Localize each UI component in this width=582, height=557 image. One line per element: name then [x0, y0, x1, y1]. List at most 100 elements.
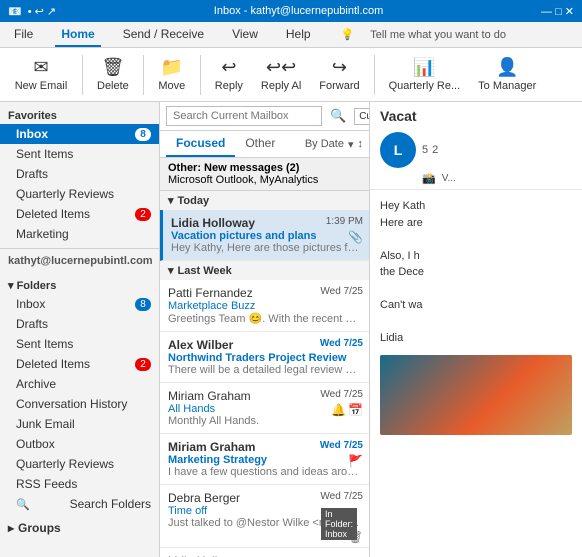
sidebar-item-deleted[interactable]: Deleted Items 2: [0, 204, 159, 224]
msg-icons-5: 🚩: [348, 454, 363, 468]
search-button[interactable]: 🔍: [326, 106, 350, 126]
sidebar-item-quarterly[interactable]: Quarterly Reviews: [0, 184, 159, 204]
title-bar-left: 📧 • ↩ ↗: [8, 5, 56, 18]
sidebar-folder-sent[interactable]: Sent Items: [0, 334, 159, 354]
msg-icons-4: 🔔 📅: [331, 403, 363, 417]
sidebar-folder-rss[interactable]: RSS Feeds: [0, 474, 159, 494]
to-manager-button[interactable]: 👤 To Manager: [470, 50, 544, 100]
reading-body2: Also, I h: [380, 248, 572, 265]
notification-title: Other: New messages (2): [168, 162, 361, 174]
section-header-today[interactable]: ▾ Today: [160, 191, 369, 210]
msg-subject-1: Vacation pictures and plans: [171, 230, 361, 242]
sidebar-folder-conversation[interactable]: Conversation History: [0, 394, 159, 414]
bell-icon: 🔔: [331, 403, 346, 417]
main-layout: Favorites Inbox 8 Sent Items Drafts Quar…: [0, 102, 582, 557]
reading-greeting: Hey Kath: [380, 198, 572, 215]
notification-subtitle: Microsoft Outlook, MyAnalytics: [168, 174, 361, 186]
message-item[interactable]: Alex Wilber Wed 7/25 Northwind Traders P…: [160, 332, 369, 383]
sidebar-folder-deleted[interactable]: Deleted Items 2: [0, 354, 159, 374]
reply-all-button[interactable]: ↩↩ Reply Al: [253, 50, 309, 100]
msg-sender-3: Alex Wilber: [168, 338, 233, 352]
reply-button[interactable]: ↩ Reply: [207, 50, 251, 100]
sidebar-folder-quarterly[interactable]: Quarterly Reviews: [0, 454, 159, 474]
msg-sender-6: Debra Berger: [168, 491, 240, 505]
title-bar-title: Inbox - kathyt@lucernepubintl.com: [214, 5, 384, 17]
ribbon-divider-3: [200, 55, 201, 95]
to-manager-label: To Manager: [478, 80, 536, 92]
msg-preview-5: I have a few questions and ideas around …: [168, 466, 361, 478]
message-item[interactable]: Lidia Holloway: [160, 548, 369, 557]
sort-dropdown-icon[interactable]: ▾: [348, 138, 354, 151]
sidebar-folder-junk[interactable]: Junk Email: [0, 414, 159, 434]
message-item[interactable]: Miriam Graham Wed 7/25 All Hands Monthly…: [160, 383, 369, 434]
msg-subject-2: Marketplace Buzz: [168, 300, 361, 312]
tab-help[interactable]: Help: [280, 23, 317, 47]
sidebar-item-drafts[interactable]: Drafts: [0, 164, 159, 184]
section-header-lastweek[interactable]: ▾ Last Week: [160, 261, 369, 280]
search-bar: 🔍 Current Mailbox ▾: [160, 102, 369, 131]
tabs-left: Focused Other: [166, 131, 285, 157]
message-item[interactable]: Lidia Holloway 1:39 PM Vacation pictures…: [160, 210, 369, 261]
folders-section: ▾ Folders Inbox 8 Drafts Sent Items Dele…: [0, 271, 159, 518]
sidebar-deleted-label: Deleted Items: [16, 207, 90, 221]
sidebar-item-marketing[interactable]: Marketing: [0, 224, 159, 244]
ribbon-divider-4: [374, 55, 375, 95]
notification-bar[interactable]: Other: New messages (2) Microsoft Outloo…: [160, 158, 369, 191]
lastweek-label: Last Week: [178, 265, 232, 277]
msg-subject-5: Marketing Strategy: [168, 454, 361, 466]
sort-label[interactable]: By Date: [305, 138, 344, 150]
new-email-button[interactable]: ✉ New Email: [6, 50, 76, 100]
message-item[interactable]: Patti Fernandez Wed 7/25 Marketplace Buz…: [160, 280, 369, 332]
lastweek-collapse-icon: ▾: [168, 264, 174, 277]
sidebar-sent-label: Sent Items: [16, 147, 73, 161]
message-list-container: 🔍 Current Mailbox ▾ Focused Other By Dat…: [160, 102, 370, 557]
ribbon-divider-1: [82, 55, 83, 95]
sidebar-folder-inbox[interactable]: Inbox 8: [0, 294, 159, 314]
forward-button[interactable]: ↪ Forward: [311, 50, 367, 100]
deleted-badge: 2: [135, 208, 151, 221]
mailbox-button[interactable]: Current Mailbox: [354, 108, 370, 125]
message-item[interactable]: Debra Berger Wed 7/25 Time off Just talk…: [160, 485, 369, 548]
msg-icons-1: 📎: [348, 230, 363, 244]
move-button[interactable]: 📁 Move: [150, 50, 194, 100]
tab-view[interactable]: View: [226, 23, 264, 47]
delete-icon: 🗑: [101, 57, 124, 78]
msg-time-5: Wed 7/25: [320, 440, 363, 451]
image-num-1: 5: [422, 144, 428, 156]
delete-button[interactable]: 🗑 Delete: [89, 50, 137, 100]
tab-file[interactable]: File: [8, 23, 39, 47]
inbox-badge: 8: [135, 128, 151, 141]
ribbon-search-box[interactable]: Tell me what you want to do: [370, 29, 574, 41]
msg-time-3: Wed 7/25: [320, 338, 363, 349]
sidebar-item-sent[interactable]: Sent Items: [0, 144, 159, 164]
msg-preview-1: Hey Kathy, Here are those pictures from …: [171, 242, 361, 254]
reading-body: Hey Kath Here are Also, I h the Dece Can…: [370, 190, 582, 443]
sidebar-folder-outbox[interactable]: Outbox: [0, 434, 159, 454]
sidebar-folder-drafts[interactable]: Drafts: [0, 314, 159, 334]
sidebar-folder-archive[interactable]: Archive: [0, 374, 159, 394]
favorites-heading[interactable]: Favorites: [0, 106, 159, 124]
tab-home[interactable]: Home: [55, 23, 100, 47]
search-input[interactable]: [166, 106, 322, 126]
tabs-right: By Date ▾ ↕: [305, 138, 363, 151]
tab-other[interactable]: Other: [235, 131, 285, 157]
sidebar-item-inbox[interactable]: Inbox 8: [0, 124, 159, 144]
window-buttons: — □ ✕: [541, 5, 574, 18]
message-item[interactable]: Miriam Graham Wed 7/25 Marketing Strateg…: [160, 434, 369, 485]
msg-sender-5: Miriam Graham: [168, 440, 255, 454]
tab-send-receive[interactable]: Send / Receive: [117, 23, 210, 47]
sidebar-drafts-label: Drafts: [16, 167, 48, 181]
folders-heading[interactable]: ▾ Folders: [0, 275, 159, 294]
folder-inbox-badge: 8: [135, 298, 151, 311]
sort-direction-icon[interactable]: ↕: [358, 138, 364, 150]
quarterly-button[interactable]: 📊 Quarterly Re...: [381, 50, 469, 100]
reading-pane: Vacat L 5 2 📸 V... He: [370, 102, 582, 557]
reply-icon: ↩: [221, 57, 236, 78]
image-num-2: 2: [432, 144, 438, 156]
msg-sender-4: Miriam Graham: [168, 389, 251, 403]
reading-closing: Can't wa: [380, 297, 572, 314]
msg-preview-2: Greetings Team 😊. With the recent buzz i…: [168, 312, 361, 325]
tab-focused[interactable]: Focused: [166, 131, 235, 157]
sidebar-folder-search[interactable]: 🔍 Search Folders: [0, 494, 159, 514]
groups-heading[interactable]: ▸ Groups: [0, 518, 159, 538]
